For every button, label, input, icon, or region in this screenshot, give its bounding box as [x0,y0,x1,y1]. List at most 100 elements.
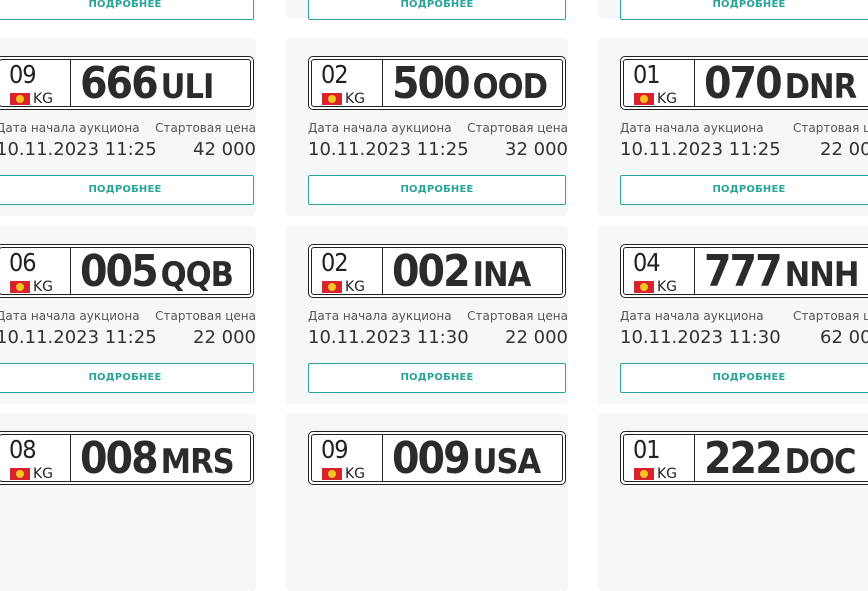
plate-letters: ULI [160,67,215,107]
plate-number: 500 OOD [392,60,548,108]
license-plate[interactable]: 09 KG 666 ULI [0,56,254,110]
start-price: 32 000 [505,139,568,160]
details-button[interactable]: ПОДРОБНЕЕ [620,0,868,20]
details-button[interactable]: ПОДРОБНЕЕ [0,363,254,393]
country-code: KG [657,91,678,107]
auction-date-label: Дата начала аукциона [308,121,452,135]
license-plate[interactable]: 06 KG 005 QQB [0,244,254,298]
plate-letters: USA [472,442,542,482]
auction-date: 10.11.2023 11:25 [620,139,781,160]
plate-number: 009 USA [392,433,542,484]
license-plate[interactable]: 08 KG 008 MRS [0,431,254,485]
kyrgyzstan-flag-icon [322,281,342,293]
plate-region: 08 KG [0,435,71,482]
details-button[interactable]: ПОДРОБНЕЕ [308,175,566,205]
start-price: 22 000 [193,327,256,348]
license-plate[interactable]: 04 KG 777 NNH [620,244,868,298]
plate-region: 09 KG [0,60,71,107]
plate-digits: 005 [80,246,159,297]
lot-card: 06 KG 005 QQB Дата начала аукциона Старто… [0,226,256,404]
plate-letters: DOC [784,442,857,482]
plate-letters: DNR [784,67,858,107]
start-price-label: Стартовая цена [155,121,256,135]
plate-region: 04 KG [624,248,695,295]
plate-region: 01 KG [624,435,695,482]
region-code: 02 [321,248,349,277]
lot-card: 02 KG 002 INA Дата начала аукциона Старто… [286,226,568,404]
region-code: 09 [9,60,37,89]
details-button[interactable]: ПОДРОБНЕЕ [620,363,868,393]
plate-digits: 008 [80,433,159,484]
plate-region: 09 KG [312,435,383,482]
region-code: 01 [633,435,661,464]
lot-card: ПОДРОБНЕЕ [286,0,568,20]
start-price: 42 000 [193,139,256,160]
lot-card: 01 KG 070 DNR Дата начала аукциона Старто… [598,38,868,216]
plate-number: 005 QQB [80,246,234,297]
plate-number: 002 INA [392,248,532,296]
region-code: 06 [9,248,37,277]
start-price-label: Стартовая цена [793,121,868,135]
plate-letters: MRS [160,442,235,482]
auction-date: 10.11.2023 11:25 [308,139,469,160]
region-code: 02 [321,60,349,89]
plate-digits: 070 [704,58,783,109]
kyrgyzstan-flag-icon [10,93,30,105]
auction-date: 10.11.2023 11:30 [620,327,781,348]
country-code: KG [345,466,366,482]
country-code: KG [345,91,366,107]
plate-digits: 666 [80,58,159,109]
details-button[interactable]: ПОДРОБНЕЕ [0,0,254,20]
plate-letters: OOD [472,67,548,107]
start-price-label: Стартовая цена [155,309,256,323]
kyrgyzstan-flag-icon [10,281,30,293]
country-code: KG [33,91,54,107]
region-code: 01 [633,60,661,89]
country-code: KG [345,279,366,295]
details-button[interactable]: ПОДРОБНЕЕ [0,175,254,205]
lot-card: 01 KG 222 DOC [598,413,868,591]
auction-date-label: Дата начала аукциона [620,309,764,323]
plate-letters: INA [472,255,532,295]
start-price: 22 000 [505,327,568,348]
plate-letters: QQB [160,255,234,295]
details-button[interactable]: ПОДРОБНЕЕ [308,0,566,20]
details-button[interactable]: ПОДРОБНЕЕ [620,175,868,205]
start-price-label: Стартовая цена [467,309,568,323]
country-code: KG [657,466,678,482]
start-price-label: Стартовая цена [793,309,868,323]
kyrgyzstan-flag-icon [322,93,342,105]
plate-digits: 777 [704,246,783,297]
kyrgyzstan-flag-icon [634,93,654,105]
auction-date-label: Дата начала аукциона [0,121,140,135]
plate-region: 01 KG [624,60,695,107]
auction-date: 10.11.2023 11:25 [0,139,157,160]
kyrgyzstan-flag-icon [322,468,342,480]
auction-date-label: Дата начала аукциона [620,121,764,135]
region-code: 04 [633,248,661,277]
plate-number: 777 NNH [704,246,859,297]
license-plate[interactable]: 09 KG 009 USA [308,431,566,485]
license-plate[interactable]: 01 KG 222 DOC [620,431,868,485]
lot-card: ПОДРОБНЕЕ [0,0,256,20]
plate-region: 02 KG [312,248,383,295]
license-plate[interactable]: 01 KG 070 DNR [620,56,868,110]
plate-number: 666 ULI [80,58,215,109]
license-plate[interactable]: 02 KG 002 INA [308,244,566,298]
auction-date-label: Дата начала аукциона [0,309,140,323]
license-plate[interactable]: 02 KG 500 OOD [308,56,566,110]
region-code: 09 [321,435,349,464]
kyrgyzstan-flag-icon [634,468,654,480]
country-code: KG [657,279,678,295]
start-price: 22 000 [820,139,868,160]
start-price: 62 000 [820,327,868,348]
lot-card: 02 KG 500 OOD Дата начала аукциона Старто… [286,38,568,216]
auction-date: 10.11.2023 11:25 [0,327,157,348]
plate-digits: 009 [392,433,471,484]
region-code: 08 [9,435,37,464]
details-button[interactable]: ПОДРОБНЕЕ [308,363,566,393]
country-code: KG [33,279,54,295]
lot-card: 04 KG 777 NNH Дата начала аукциона Старто… [598,226,868,404]
lot-card: 09 KG 666 ULI Дата начала аукциона Старто… [0,38,256,216]
lot-card: ПОДРОБНЕЕ [598,0,868,20]
